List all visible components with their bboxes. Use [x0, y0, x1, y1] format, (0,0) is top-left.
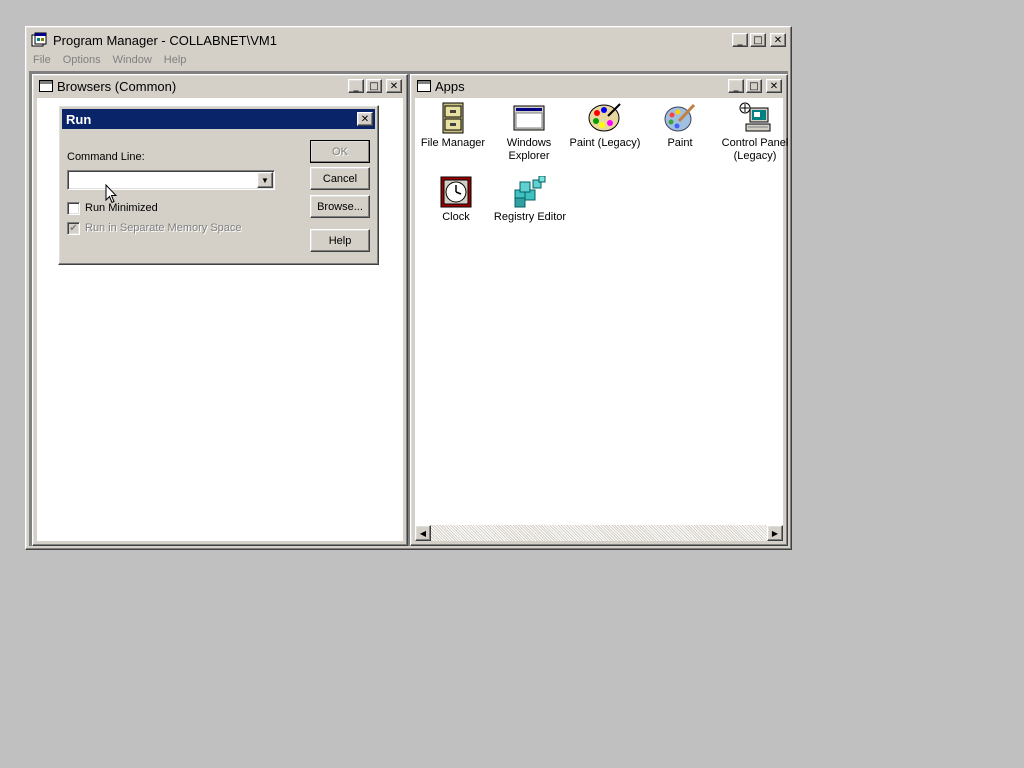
- minimize-button[interactable]: _: [728, 79, 744, 93]
- file-cabinet-icon: [436, 101, 470, 135]
- close-icon: ✕: [773, 34, 783, 46]
- maximize-button[interactable]: □: [746, 79, 762, 93]
- separate-memory-checkbox: ✔: [67, 222, 80, 235]
- windows-explorer-item[interactable]: Windows Explorer: [491, 101, 567, 163]
- minimize-icon: _: [353, 80, 359, 92]
- apps-client-area: File Manager Windows Explorer Paint (Leg…: [415, 98, 788, 525]
- close-button[interactable]: ✕: [766, 79, 782, 93]
- minimize-button[interactable]: _: [732, 33, 748, 47]
- maximize-icon: □: [749, 80, 759, 92]
- run-minimized-checkbox[interactable]: [67, 202, 80, 215]
- file-manager-item[interactable]: File Manager: [415, 101, 491, 150]
- run-close-button[interactable]: ✕: [357, 112, 373, 126]
- arrow-left-icon: ◀: [419, 528, 427, 538]
- cancel-button[interactable]: Cancel: [310, 167, 370, 190]
- program-manager-titlebar[interactable]: Program Manager - COLLABNET\VM1 _ □ ✕: [29, 30, 788, 50]
- chevron-down-icon: ▼: [261, 175, 269, 185]
- palette-brush-icon: [663, 101, 697, 135]
- separate-memory-label: Run in Separate Memory Space: [85, 222, 242, 234]
- close-button[interactable]: ✕: [386, 79, 402, 93]
- window-menu-icon[interactable]: [39, 80, 53, 92]
- minimize-button[interactable]: _: [348, 79, 364, 93]
- cancel-button-label: Cancel: [322, 172, 358, 185]
- clock-label: Clock: [442, 211, 470, 223]
- minimize-icon: _: [733, 80, 739, 92]
- command-line-dropdown-button[interactable]: ▼: [257, 172, 273, 188]
- control-panel-legacy-label: Control Panel (Legacy): [721, 137, 789, 162]
- maximize-icon: □: [753, 34, 763, 46]
- program-manager-icon: [31, 32, 49, 48]
- close-icon: ✕: [360, 113, 370, 125]
- menu-file[interactable]: File: [29, 54, 57, 66]
- help-button-label: Help: [328, 234, 352, 247]
- command-line-combobox[interactable]: ▼: [67, 170, 275, 190]
- browse-button-label: Browse...: [317, 200, 363, 213]
- control-panel-icon: [738, 101, 772, 135]
- clock-icon: [439, 175, 473, 209]
- close-icon: ✕: [389, 80, 399, 92]
- program-manager-title: Program Manager - COLLABNET\VM1: [53, 32, 277, 48]
- command-line-label: Command Line:: [67, 151, 145, 163]
- browsers-title: Browsers (Common): [57, 78, 177, 94]
- paint-item[interactable]: Paint: [642, 101, 718, 150]
- scroll-right-button[interactable]: ▶: [767, 525, 783, 541]
- arrow-right-icon: ▶: [771, 528, 779, 538]
- paint-legacy-item[interactable]: Paint (Legacy): [567, 101, 643, 150]
- palette-icon: [588, 101, 622, 135]
- window-menu-icon[interactable]: [417, 80, 431, 92]
- browsers-titlebar[interactable]: Browsers (Common) _ □ ✕: [36, 76, 404, 96]
- menu-options[interactable]: Options: [57, 54, 107, 66]
- menu-bar: File Options Window Help: [29, 51, 788, 69]
- close-icon: ✕: [769, 80, 779, 92]
- ok-button-label: OK: [332, 145, 348, 158]
- run-dialog-title: Run: [66, 111, 92, 127]
- check-mark-icon: ✔: [69, 223, 78, 234]
- menu-help[interactable]: Help: [158, 54, 193, 66]
- file-manager-label: File Manager: [420, 137, 486, 149]
- control-panel-legacy-item[interactable]: Control Panel (Legacy): [717, 101, 793, 163]
- apps-horizontal-scrollbar[interactable]: ◀ ▶: [415, 525, 783, 541]
- clock-item[interactable]: Clock: [418, 175, 494, 224]
- registry-editor-item[interactable]: Registry Editor: [492, 175, 568, 224]
- mouse-pointer-icon: [105, 183, 118, 207]
- close-button[interactable]: ✕: [770, 33, 786, 47]
- maximize-icon: □: [369, 80, 379, 92]
- run-minimized-label: Run Minimized: [85, 202, 158, 214]
- browse-button[interactable]: Browse...: [310, 195, 370, 218]
- maximize-button[interactable]: □: [366, 79, 382, 93]
- apps-title: Apps: [435, 78, 465, 94]
- explorer-window-icon: [512, 101, 546, 135]
- scroll-left-button[interactable]: ◀: [415, 525, 431, 541]
- minimize-icon: _: [737, 34, 743, 46]
- registry-cubes-icon: [513, 175, 547, 209]
- run-dialog-titlebar[interactable]: Run ✕: [62, 109, 375, 129]
- windows-explorer-label: Windows Explorer: [506, 137, 552, 162]
- paint-label: Paint: [667, 137, 693, 149]
- help-button[interactable]: Help: [310, 229, 370, 252]
- ok-button[interactable]: OK: [310, 140, 370, 163]
- paint-legacy-label: Paint (Legacy): [569, 137, 641, 149]
- menu-window[interactable]: Window: [107, 54, 158, 66]
- apps-titlebar[interactable]: Apps _ □ ✕: [414, 76, 784, 96]
- apps-window: Apps _ □ ✕ File Manager Windows Explorer…: [410, 74, 788, 546]
- maximize-button[interactable]: □: [750, 33, 766, 47]
- registry-editor-label: Registry Editor: [493, 211, 567, 223]
